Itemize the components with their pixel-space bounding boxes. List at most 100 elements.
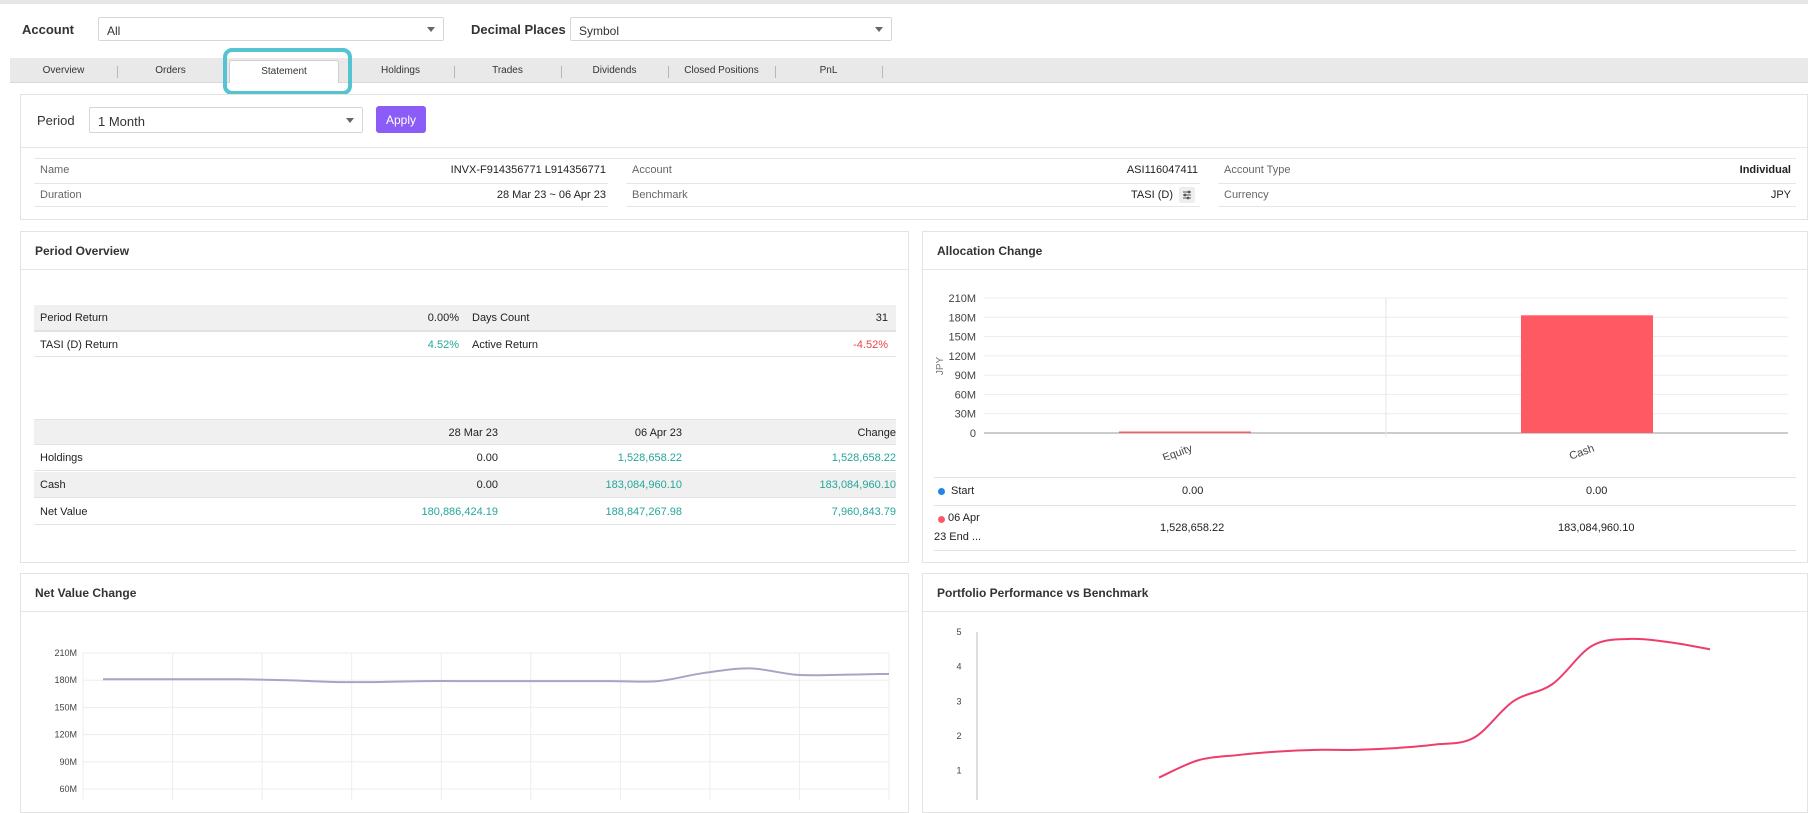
y-tick-label: 1	[956, 766, 961, 776]
tab-holdings[interactable]: Holdings	[347, 58, 454, 82]
allocation-bar-chart: 0 30M 60M 90M 120M 150M 180M 210M JPY Equity Cash	[935, 293, 1788, 460]
tab-closed-positions[interactable]: Closed Positions	[668, 58, 775, 82]
y-tick-label: 120M	[54, 730, 77, 740]
account-select-value: All	[107, 24, 121, 38]
divider	[1218, 183, 1796, 184]
y-tick-label: 0	[970, 428, 976, 440]
tab-statement[interactable]: Statement	[229, 60, 339, 83]
tab-dividends[interactable]: Dividends	[561, 58, 668, 82]
y-tick-label: 60M	[955, 389, 976, 401]
row-change-value: 1,528,658.22	[831, 452, 896, 464]
period-overview-title: Period Overview	[35, 244, 130, 258]
statement-header-panel: Period 1 Month	[20, 94, 1808, 220]
tab-pnl[interactable]: PnL	[775, 58, 882, 82]
divider	[34, 206, 608, 207]
divider	[21, 147, 1807, 148]
legend-end-label-line1[interactable]: 06 Apr	[948, 512, 980, 524]
legend-end-label-line2[interactable]: 23 End ...	[934, 531, 981, 543]
y-tick-label: 180M	[948, 312, 976, 324]
tasi-return-label: TASI (D) Return	[40, 339, 119, 351]
decimal-places-label: Decimal Places	[471, 22, 566, 37]
net-value-line-chart: 60M 90M 120M 150M 180M 210M	[54, 648, 890, 800]
divider	[923, 611, 1807, 612]
divider	[934, 477, 1796, 478]
currency-value: JPY	[1770, 189, 1791, 201]
account-type-label: Account Type	[1224, 164, 1291, 176]
account-select[interactable]: All	[98, 17, 444, 41]
tab-divider	[882, 66, 883, 78]
row-end-value: 1,528,658.22	[617, 452, 682, 464]
divider	[21, 611, 908, 612]
allocation-change-title: Allocation Change	[937, 244, 1043, 258]
tab-orders[interactable]: Orders	[117, 58, 224, 82]
row-start-value: 0.00	[476, 479, 498, 491]
table-row: Cash 0.00 183,084,960.10 183,084,960.10	[34, 472, 896, 498]
period-return-value: 0.00%	[427, 312, 459, 324]
y-axis-label: JPY	[935, 357, 946, 376]
y-tick-label: 180M	[54, 675, 77, 685]
divider	[626, 183, 1200, 184]
tab-bar: Overview Orders Statement Holdings Trade…	[10, 58, 1808, 83]
legend-start-label[interactable]: Start	[951, 485, 974, 497]
y-tick-label: 4	[956, 662, 961, 672]
table-header-row: 28 Mar 23 06 Apr 23 Change	[34, 419, 896, 445]
y-tick-label: 2	[956, 731, 961, 741]
benchmark-settings-icon[interactable]	[1179, 187, 1195, 203]
x-tick-label: Equity	[1161, 442, 1194, 460]
benchmark-value: TASI (D)	[1131, 189, 1173, 201]
divider	[34, 158, 1796, 159]
period-label: Period	[37, 113, 75, 128]
y-tick-label: 210M	[948, 293, 976, 305]
top-filter-bar: Account All Decimal Places Symbol	[0, 4, 1808, 56]
y-tick-label: 90M	[59, 757, 77, 767]
days-count-value: 31	[875, 312, 888, 324]
tasi-return-value: 4.52%	[427, 339, 459, 351]
table-row: Net Value 180,886,424.19 188,847,267.98 …	[34, 499, 896, 525]
table-row: Holdings 0.00 1,528,658.22 1,528,658.22	[34, 445, 896, 471]
decimal-places-select-value: Symbol	[579, 24, 620, 38]
days-count-label: Days Count	[472, 312, 530, 324]
y-tick-label: 5	[956, 627, 961, 637]
divider	[923, 269, 1807, 270]
chevron-down-icon	[875, 27, 883, 32]
account-info-value: ASI116047411	[1126, 164, 1198, 176]
benchmark-label: Benchmark	[632, 189, 688, 201]
y-tick-label: 120M	[948, 351, 976, 363]
y-tick-label: 210M	[54, 648, 77, 658]
legend-end-equity: 1,528,658.22	[1160, 522, 1225, 534]
portfolio-performance-title: Portfolio Performance vs Benchmark	[937, 586, 1149, 600]
decimal-places-select[interactable]: Symbol	[570, 17, 892, 41]
divider	[21, 269, 908, 270]
duration-label: Duration	[40, 189, 82, 201]
period-select[interactable]: 1 Month	[89, 107, 363, 133]
divider	[934, 550, 1796, 551]
row-change-value: 7,960,843.79	[831, 506, 896, 518]
column-header-end: 06 Apr 23	[634, 427, 682, 439]
legend-end-cash: 183,084,960.10	[1558, 522, 1635, 534]
account-info-label: Account	[632, 164, 672, 176]
y-tick-label: 60M	[59, 784, 77, 794]
account-label: Account	[22, 22, 74, 37]
account-type-value: Individual	[1739, 164, 1791, 176]
y-tick-label: 90M	[955, 370, 976, 382]
apply-button[interactable]: Apply	[376, 106, 426, 133]
name-label: Name	[40, 164, 70, 176]
divider	[1218, 206, 1796, 207]
net-value-change-title: Net Value Change	[35, 586, 137, 600]
currency-label: Currency	[1224, 189, 1269, 201]
summary-row: Period Return 0.00% Days Count 31	[34, 305, 896, 331]
row-start-value: 180,886,424.19	[421, 506, 498, 518]
portfolio-performance-line-chart: 1 2 3 4 5	[956, 627, 1711, 800]
legend-end-marker	[938, 516, 945, 523]
column-header-start: 28 Mar 23	[448, 427, 498, 439]
y-tick-label: 150M	[948, 332, 976, 344]
active-return-value: -4.52%	[853, 339, 888, 351]
bar	[1119, 431, 1251, 433]
legend-start-equity: 0.00	[1182, 485, 1204, 497]
tab-overview[interactable]: Overview	[10, 58, 117, 82]
y-tick-label: 30M	[955, 409, 976, 421]
column-header-change: Change	[857, 427, 896, 439]
tab-trades[interactable]: Trades	[454, 58, 561, 82]
y-tick-label: 3	[956, 696, 961, 706]
divider	[934, 505, 1796, 506]
